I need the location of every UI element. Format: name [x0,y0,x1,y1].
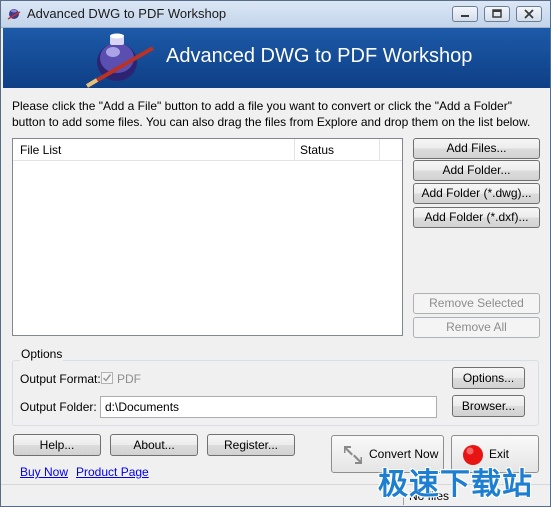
column-file-list[interactable]: File List [20,143,61,157]
about-button[interactable]: About... [110,434,198,456]
maximize-button[interactable] [484,6,510,22]
options-button[interactable]: Options... [452,367,525,389]
maximize-icon [492,9,502,18]
minimize-icon [461,15,469,17]
column-status[interactable]: Status [300,143,334,157]
output-format-label: Output Format: [20,372,101,386]
buy-now-link[interactable]: Buy Now [20,465,68,479]
product-page-link[interactable]: Product Page [76,465,149,479]
header-banner: Advanced DWG to PDF Workshop [3,28,550,88]
close-icon [524,9,534,19]
file-list-header: File List Status [13,139,402,161]
checkmark-icon [102,374,112,382]
column-divider [294,139,295,160]
options-legend: Options [20,347,64,361]
window-title: Advanced DWG to PDF Workshop [27,6,227,21]
title-bar[interactable]: Advanced DWG to PDF Workshop [1,1,550,28]
file-list[interactable]: File List Status [12,138,403,336]
add-files-button[interactable]: Add Files... [413,138,540,159]
output-format-checkbox[interactable] [101,372,113,384]
output-folder-label: Output Folder: [20,400,97,414]
site-watermark: 极速下载站 [378,468,533,501]
instructions-text: Please click the "Add a File" button to … [12,99,531,129]
remove-selected-button[interactable]: Remove Selected [413,293,540,314]
column-divider [379,139,380,160]
output-format-value: PDF [117,372,141,386]
app-window: Advanced DWG to PDF Workshop Advanced DW… [0,0,551,507]
browser-button[interactable]: Browser... [452,395,525,417]
add-folder-button[interactable]: Add Folder... [413,160,540,181]
minimize-button[interactable] [452,6,478,22]
app-icon [7,9,21,20]
add-folder-dwg-button[interactable]: Add Folder (*.dwg)... [413,183,540,204]
close-button[interactable] [516,6,542,22]
output-folder-input[interactable] [100,396,437,418]
add-folder-dxf-button[interactable]: Add Folder (*.dxf)... [413,207,540,228]
ink-bottle-pen-logo [85,33,154,88]
remove-all-button[interactable]: Remove All [413,317,540,338]
register-button[interactable]: Register... [207,434,295,456]
banner-title: Advanced DWG to PDF Workshop [166,45,473,67]
help-button[interactable]: Help... [13,434,101,456]
convert-arrows-icon [344,446,362,464]
